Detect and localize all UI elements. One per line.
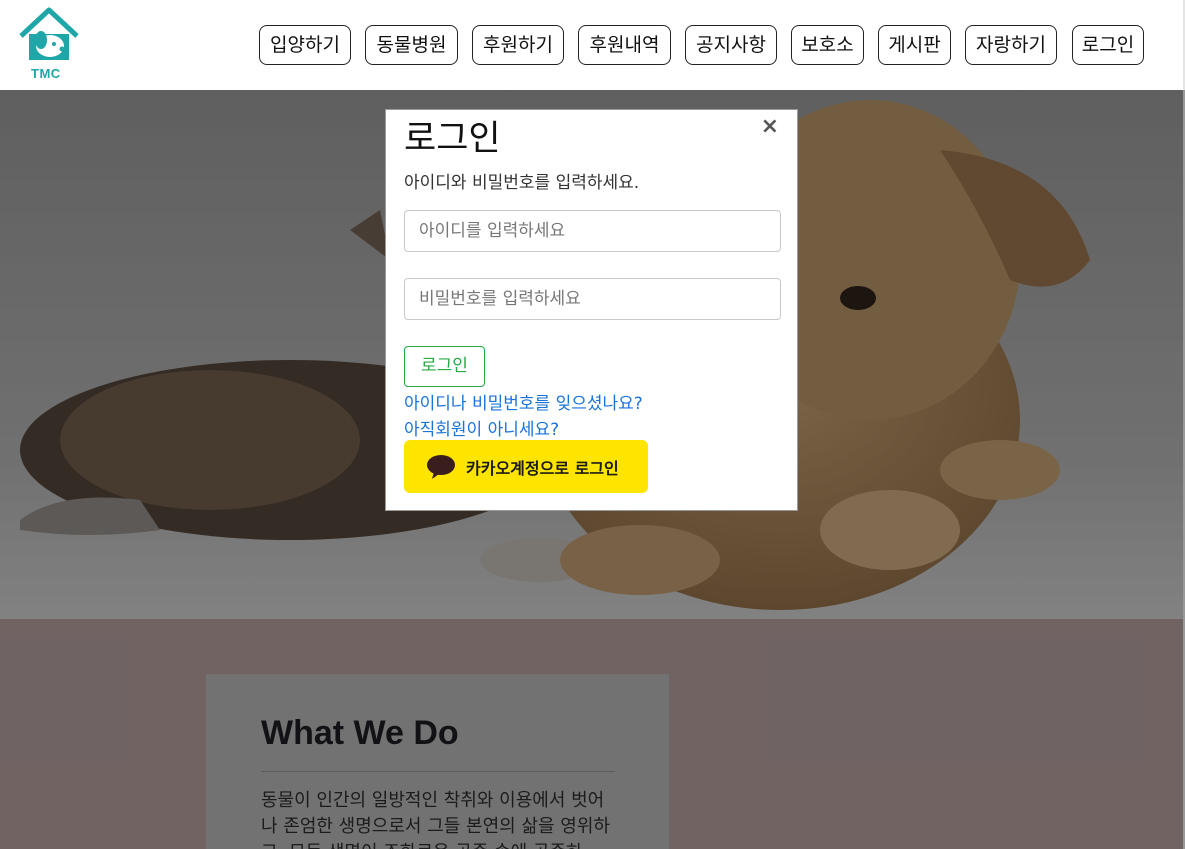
kakao-login-label: 카카오계정으로 로그인	[466, 459, 619, 478]
id-input[interactable]	[404, 210, 781, 252]
nav-adopt[interactable]: 입양하기	[259, 25, 351, 65]
signup-link[interactable]: 아직회원이 아니세요?	[404, 415, 559, 440]
nav-login[interactable]: 로그인	[1072, 25, 1144, 65]
forgot-credentials-link[interactable]: 아이디나 비밀번호를 잊으셨나요?	[404, 389, 643, 414]
nav-sponsor-history[interactable]: 후원내역	[578, 25, 671, 65]
logo-text: TMC	[31, 66, 61, 81]
close-icon[interactable]: ×	[761, 114, 779, 139]
password-input[interactable]	[404, 278, 781, 320]
nav-board[interactable]: 게시판	[878, 25, 951, 65]
nav-showoff[interactable]: 자랑하기	[965, 25, 1057, 65]
modal-title: 로그인	[404, 119, 501, 159]
site-logo[interactable]: TMC	[17, 6, 81, 82]
nav-animal-hospital[interactable]: 동물병원	[365, 25, 458, 65]
modal-subtitle: 아이디와 비밀번호를 입력하세요.	[404, 173, 640, 193]
kakao-login-button[interactable]: 카카오계정으로 로그인	[404, 440, 648, 493]
login-button[interactable]: 로그인	[404, 346, 485, 387]
site-header: TMC 입양하기 동물병원 후원하기 후원내역 공지사항 보호소 게시판 자랑하…	[0, 0, 1185, 90]
login-modal: 로그인 × 아이디와 비밀번호를 입력하세요. 로그인 아이디나 비밀번호를 잊…	[385, 109, 798, 511]
house-dog-icon	[19, 7, 79, 60]
nav-sponsor[interactable]: 후원하기	[472, 25, 564, 65]
speech-bubble-icon	[427, 455, 455, 479]
nav-notice[interactable]: 공지사항	[685, 25, 777, 65]
nav-shelter[interactable]: 보호소	[791, 25, 864, 65]
